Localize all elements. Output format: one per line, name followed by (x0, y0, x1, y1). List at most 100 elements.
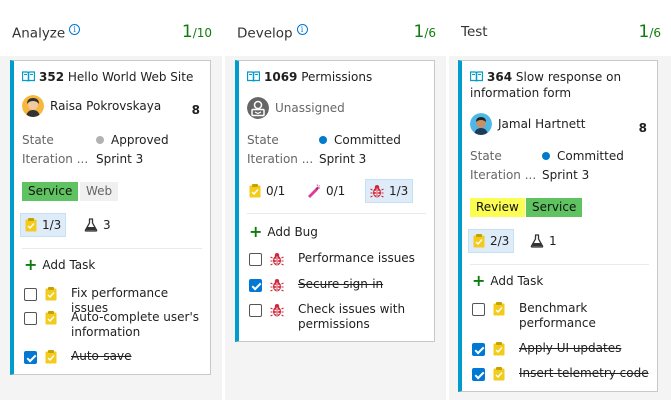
assignee-name: Unassigned (275, 101, 345, 115)
state-value[interactable]: Committed (542, 149, 624, 163)
test-flask-icon (530, 234, 544, 248)
bug-icon (270, 303, 284, 317)
column-header: Analyze i 1/10 (0, 0, 222, 56)
column-test: Test 1/6 364 Slow response on informatio… (449, 0, 671, 400)
tag-web[interactable]: Web (80, 182, 119, 201)
state-value[interactable]: Committed (319, 133, 401, 147)
rollup-tests[interactable]: 1 (526, 229, 561, 253)
iteration-label: Iteration ... (22, 152, 89, 166)
child-checkbox[interactable] (24, 288, 37, 301)
child-title[interactable]: Auto-save (71, 349, 132, 364)
child-title[interactable]: Auto-complete user's information (71, 310, 201, 340)
add-bug-button[interactable]: + Add Bug (249, 222, 318, 241)
work-item-id[interactable]: 1069 (264, 70, 297, 84)
child-title[interactable]: Apply UI updates (519, 341, 621, 356)
child-title[interactable]: Performance issues (298, 251, 415, 266)
child-checkbox[interactable] (472, 303, 485, 316)
state-label: State (247, 133, 279, 147)
child-checkbox[interactable] (24, 312, 37, 325)
task-icon (45, 350, 57, 364)
work-item-card[interactable]: 352 Hello World Web Site Raisa Pokrovska… (10, 60, 211, 375)
child-checkbox[interactable] (472, 368, 485, 381)
state-label: State (470, 149, 502, 163)
bug-icon (270, 252, 284, 266)
tag-service[interactable]: Service (22, 182, 79, 201)
child-item[interactable]: Performance issues (249, 251, 428, 266)
iteration-value[interactable]: Sprint 3 (96, 152, 143, 166)
add-task-button[interactable]: + Add Task (24, 257, 95, 273)
rollup-tests[interactable]: 3 (80, 213, 115, 237)
feature-trophy-icon (305, 184, 321, 198)
work-item-title[interactable]: Hello World Web Site (68, 70, 193, 84)
child-title[interactable]: Benchmark performance (519, 301, 609, 331)
iteration-value[interactable]: Sprint 3 (542, 168, 589, 182)
column-title: Develop i (237, 24, 308, 42)
assignee-name: Jamal Hartnett (498, 117, 586, 131)
assignee[interactable]: Raisa Pokrovskaya (22, 95, 161, 117)
child-checkbox[interactable] (472, 343, 485, 356)
rollup-tasks[interactable]: 0/1 (245, 179, 289, 203)
state-dot (96, 136, 104, 144)
child-item[interactable]: Auto-save (24, 349, 204, 364)
work-item-id[interactable]: 364 (487, 70, 512, 84)
avatar (470, 113, 492, 135)
rollup-bugs[interactable]: 1/3 (365, 179, 414, 203)
info-icon[interactable]: i (296, 24, 308, 35)
child-item[interactable]: Auto-complete user's information (24, 310, 204, 340)
avatar (22, 95, 44, 117)
wip-count: 1/10 (181, 22, 212, 42)
tag-review[interactable]: Review (470, 198, 525, 217)
assignee[interactable]: Unassigned (247, 97, 345, 119)
user-story-icon (470, 71, 483, 82)
card-title[interactable]: 364 Slow response on information form (470, 69, 651, 101)
child-item[interactable]: Secure sign-in (249, 277, 428, 292)
work-item-card[interactable]: 1069 Permissions Unassigned State Commit… (235, 60, 435, 342)
child-item[interactable]: Check issues with permissions (249, 302, 428, 332)
child-item[interactable]: Benchmark performance (472, 301, 651, 331)
child-title[interactable]: Secure sign-in (298, 277, 383, 292)
state-dot (542, 152, 550, 160)
column-header: Develop i 1/6 (225, 0, 446, 56)
child-checkbox[interactable] (249, 279, 262, 292)
iteration-value[interactable]: Sprint 3 (319, 152, 366, 166)
task-icon (45, 311, 57, 325)
task-icon (25, 218, 37, 232)
add-task-button[interactable]: + Add Task (472, 273, 543, 289)
test-flask-icon (84, 218, 98, 232)
child-checkbox[interactable] (249, 304, 262, 317)
task-icon (45, 287, 57, 301)
card-title[interactable]: 352 Hello World Web Site (22, 69, 204, 85)
child-item[interactable]: Apply UI updates (472, 341, 651, 356)
state-value[interactable]: Approved (96, 133, 169, 147)
tag-service[interactable]: Service (526, 198, 583, 217)
wip-count: 1/6 (638, 22, 661, 42)
child-checkbox[interactable] (24, 351, 37, 364)
card-title[interactable]: 1069 Permissions (247, 69, 428, 85)
assignee-name: Raisa Pokrovskaya (50, 99, 162, 113)
assignee[interactable]: Jamal Hartnett (470, 113, 586, 135)
effort-value: 8 (191, 103, 200, 117)
child-title[interactable]: Insert telemetry code (519, 366, 649, 381)
child-title[interactable]: Check issues with permissions (298, 302, 418, 332)
iteration-label: Iteration ... (247, 152, 314, 166)
bug-icon (270, 278, 284, 292)
work-item-id[interactable]: 352 (39, 70, 64, 84)
rollup-tasks[interactable]: 2/3 (468, 229, 515, 253)
bug-icon (370, 184, 384, 198)
column-title: Test (461, 24, 488, 40)
rollup-features[interactable]: 0/1 (301, 179, 349, 203)
divider (470, 264, 649, 265)
work-item-title[interactable]: Permissions (301, 70, 372, 84)
task-icon (249, 184, 261, 198)
child-item[interactable]: Insert telemetry code (472, 366, 651, 381)
info-icon[interactable]: i (69, 24, 81, 35)
column-header: Test 1/6 (449, 0, 671, 56)
rollup-tasks[interactable]: 1/3 (20, 213, 67, 237)
child-checkbox[interactable] (249, 253, 262, 266)
unassigned-avatar-icon (247, 97, 269, 119)
divider (247, 213, 426, 214)
wip-count: 1/6 (413, 22, 436, 42)
plus-icon: + (249, 222, 263, 241)
work-item-card[interactable]: 364 Slow response on information form Ja… (458, 60, 658, 392)
user-story-icon (247, 71, 260, 82)
